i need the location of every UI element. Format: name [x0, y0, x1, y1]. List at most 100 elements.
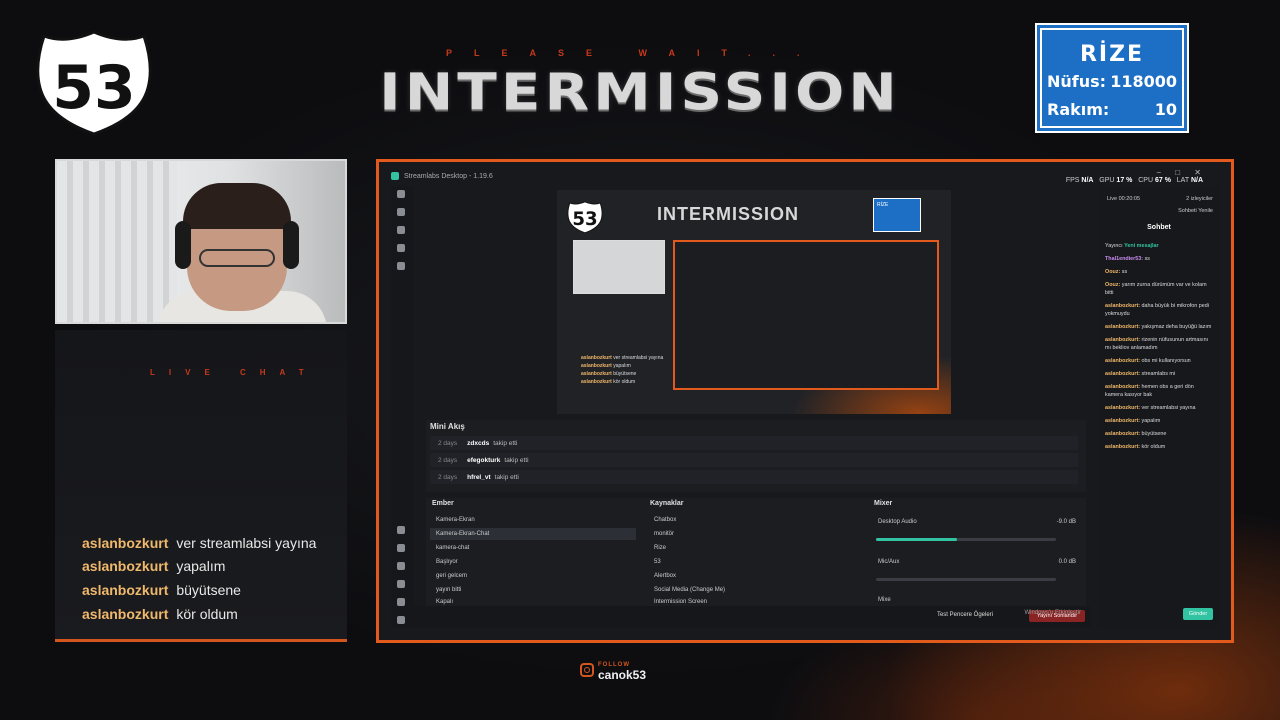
chat-sidebar: Live 00:20:05 2 izleyiciler Sohbeti Yeni…: [1099, 186, 1219, 628]
follow-handle: canok53: [598, 668, 647, 682]
cpu-label: CPU: [1138, 177, 1154, 184]
chat-divider: [55, 639, 347, 642]
footer-bar: Test Pencere Ögeleri Yayını Sonlandır: [413, 606, 1091, 628]
preview-chat-user: aslanbozkurt: [581, 355, 612, 361]
rize-city-sign: RİZE Nüfus: 118000 Rakım: 10: [1035, 23, 1189, 133]
source-item[interactable]: Alertbox: [648, 570, 860, 582]
feed-row[interactable]: 2 days efegokturk takip etti: [430, 453, 1078, 467]
live-chat-label: LIVE CHAT: [150, 368, 318, 377]
chat-text: yarım zurna dürümüm var ve kolam bitti: [1105, 282, 1207, 296]
send-button[interactable]: Gönder: [1183, 608, 1213, 620]
gpu-value: 17 %: [1116, 177, 1133, 184]
dashboard-icon[interactable]: [397, 526, 405, 534]
chat-text: ver streamlabsi yayına: [176, 535, 317, 551]
chat-refresh-row: Sohbeti Yenile: [1107, 208, 1213, 214]
source-item[interactable]: 53: [648, 556, 860, 568]
streamlabs-logo-icon: [391, 172, 399, 180]
altitude-value: 10: [1154, 100, 1177, 119]
feed-row[interactable]: 2 days hfrel_vt takip etti: [430, 470, 1078, 484]
headphone-right: [283, 221, 299, 269]
broadcaster-badge: Yayıncı: [1105, 243, 1123, 249]
feed-age: 2 days: [438, 456, 458, 464]
lat-label: LAT: [1176, 177, 1189, 184]
preview-chat-user: aslanbozkurt: [581, 371, 612, 377]
altitude-label: Rakım:: [1047, 100, 1110, 119]
population-label: Nüfus:: [1047, 72, 1107, 91]
mixer-channel-name: Mixe: [878, 597, 891, 603]
sources-panel: Kaynaklar Chatbox monitör Rize 53 Alertb…: [644, 498, 864, 608]
mixer-volume-slider[interactable]: [876, 578, 1056, 581]
chat-text: yapalım: [176, 558, 226, 574]
chat-text: obs mi kullanıyorsun: [1141, 358, 1191, 364]
settings-icon[interactable]: [397, 262, 405, 270]
chat-message: aslanbozkurt büyütsene: [82, 582, 241, 598]
svg-text:53: 53: [572, 209, 597, 230]
chat-username: aslanbozkurt: [82, 606, 169, 622]
population-value: 118000: [1110, 72, 1177, 91]
mixer-channel-db: 0.0 dB: [1058, 559, 1076, 565]
chat-user: aslanbozkurt:: [1105, 405, 1141, 411]
gear-icon[interactable]: [397, 598, 405, 606]
tools-icon[interactable]: [397, 562, 405, 570]
feed-name: hfrel_vt: [467, 473, 491, 481]
chat-text: kör oldum: [176, 606, 238, 622]
preview-webcam: [573, 240, 665, 294]
preview-chat-text: kör oldum: [613, 379, 636, 385]
chat-text: kör oldum: [1141, 444, 1166, 450]
chat-text: ss: [1121, 269, 1128, 275]
lat-value: N/A: [1190, 177, 1203, 184]
webcam-feed: [55, 159, 347, 324]
chat-text: yapalım: [1141, 418, 1161, 424]
source-item[interactable]: monitör: [648, 528, 860, 540]
window-title: Streamlabs Desktop - 1.19.6: [404, 172, 493, 180]
left-navigation-rail: [391, 186, 413, 628]
feed-row[interactable]: 2 days zdxcds takip etti: [430, 436, 1078, 450]
chat-user: aslanbozkurt:: [1105, 384, 1141, 390]
population-row: Nüfus: 118000: [1047, 72, 1177, 91]
preview-chat-text: ver streamlabsi yayına: [613, 355, 664, 361]
preview-nested-capture: [673, 240, 939, 390]
apps-icon[interactable]: [397, 580, 405, 588]
mixer-level-fill: [876, 538, 957, 541]
scenes-title: Ember: [432, 500, 454, 507]
preview-city-name: RİZE: [877, 202, 889, 208]
scene-item[interactable]: kamera-chat: [430, 542, 636, 554]
source-item[interactable]: Chatbox: [648, 514, 860, 526]
gpu-label: GPU: [1099, 177, 1115, 184]
window-controls[interactable]: − □ ✕: [1156, 168, 1207, 177]
person-hair: [183, 183, 291, 229]
preview-title: INTERMISSION: [657, 204, 800, 224]
chat-messages: Yayıncı Yeni mesajlar Thal1endier53: ss …: [1105, 242, 1213, 456]
alerts-icon[interactable]: [397, 544, 405, 552]
studio-icon[interactable]: [397, 244, 405, 252]
mixer-volume-slider[interactable]: [876, 538, 1056, 541]
scene-item[interactable]: Kamera-Ekran-Chat: [430, 528, 636, 540]
chat-user: aslanbozkurt:: [1105, 431, 1141, 437]
background-curtain: [57, 161, 177, 322]
mini-feed-panel: Mini Akış 2 days zdxcds takip etti 2 days e…: [426, 420, 1086, 492]
source-item[interactable]: Rize: [648, 542, 860, 554]
scene-item[interactable]: Başlıyor: [430, 556, 636, 568]
altitude-row: Rakım: 10: [1047, 100, 1177, 119]
store-icon[interactable]: [397, 226, 405, 234]
chat-user: Thal1endier53:: [1105, 256, 1144, 262]
mixer-panel: Mixer Desktop Audio -9.0 dB Mic/Aux 0.0 …: [868, 498, 1086, 608]
windows-activation-watermark: Windows'u Etkinleştir: [1024, 610, 1082, 616]
chat-text: büyütsene: [1141, 431, 1167, 437]
scene-item[interactable]: Kamera-Ekran: [430, 514, 636, 526]
scene-item[interactable]: geri gelcem: [430, 570, 636, 582]
headphone-left: [175, 221, 191, 269]
editor-icon[interactable]: [397, 190, 405, 198]
please-wait-subtitle: PLEASE WAIT...: [446, 48, 822, 58]
mixer-channel-db: -9.0 dB: [1056, 519, 1076, 525]
test-widgets-label[interactable]: Test Pencere Ögeleri: [937, 612, 993, 618]
follow-badge: FOLLOW canok53: [580, 660, 647, 682]
profile-icon[interactable]: [397, 616, 405, 624]
source-item[interactable]: Social Media (Change Me): [648, 584, 860, 596]
chat-text: yakışmaz deha buyüğü lazım: [1141, 324, 1212, 330]
themes-icon[interactable]: [397, 208, 405, 216]
scene-item[interactable]: yayın bitti: [430, 584, 636, 596]
feed-age: 2 days: [438, 439, 458, 447]
refresh-chat-button[interactable]: Sohbeti Yenile: [1178, 208, 1213, 214]
sources-title: Kaynaklar: [650, 500, 684, 507]
